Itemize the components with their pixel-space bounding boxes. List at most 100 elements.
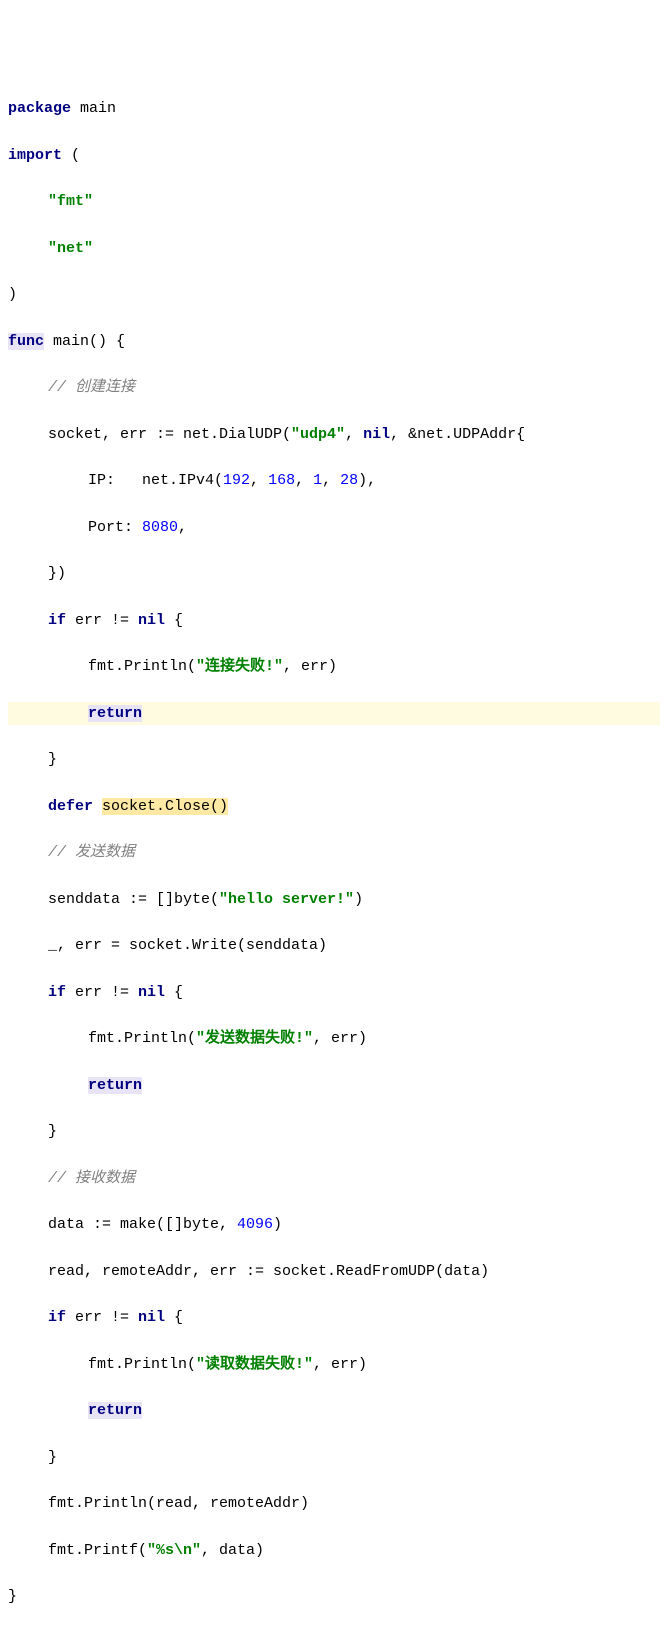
punct: , xyxy=(295,472,313,489)
punct: { xyxy=(165,1309,183,1326)
identifier: , &net.UDPAddr{ xyxy=(390,426,525,443)
code-line: }) xyxy=(8,562,660,585)
identifier: socket, err := net.DialUDP( xyxy=(48,426,291,443)
string-literal: "udp4" xyxy=(291,426,345,443)
number: 192 xyxy=(223,472,250,489)
code-line: } xyxy=(8,1120,660,1143)
punct: } xyxy=(48,751,57,768)
keyword-package: package xyxy=(8,100,71,117)
number: 4096 xyxy=(237,1216,273,1233)
identifier: err != xyxy=(66,1309,138,1326)
keyword-return: return xyxy=(88,1077,142,1094)
punct: }) xyxy=(48,565,66,582)
keyword-nil: nil xyxy=(363,426,390,443)
identifier: _, err = socket.Write(senddata) xyxy=(48,937,327,954)
code-line: return xyxy=(8,1074,660,1097)
punct: } xyxy=(48,1123,57,1140)
number: 1 xyxy=(313,472,322,489)
comment: // 发送数据 xyxy=(48,844,135,861)
identifier: ) xyxy=(354,891,363,908)
punct: } xyxy=(48,1449,57,1466)
string-literal: "连接失败!" xyxy=(196,658,283,675)
punct: , xyxy=(250,472,268,489)
identifier: fmt.Printf( xyxy=(48,1542,147,1559)
code-block: package main import ( "fmt" "net" ) func… xyxy=(8,74,660,1632)
identifier: err != xyxy=(66,984,138,1001)
code-line: fmt.Printf("%s\n", data) xyxy=(8,1539,660,1562)
identifier: , err) xyxy=(313,1356,367,1373)
identifier: data := make([]byte, xyxy=(48,1216,237,1233)
identifier: fmt.Println( xyxy=(88,1356,196,1373)
identifier: Port: xyxy=(88,519,142,536)
identifier: , data) xyxy=(201,1542,264,1559)
punct: { xyxy=(165,984,183,1001)
identifier: ), xyxy=(358,472,376,489)
number: 28 xyxy=(340,472,358,489)
code-line: if err != nil { xyxy=(8,1306,660,1329)
code-line: } xyxy=(8,1585,660,1608)
identifier: fmt.Println( xyxy=(88,658,196,675)
punct: () { xyxy=(89,333,125,350)
identifier: main xyxy=(44,333,89,350)
code-line: } xyxy=(8,1446,660,1469)
code-line: return xyxy=(8,1399,660,1422)
code-line: IP: net.IPv4(192, 168, 1, 28), xyxy=(8,469,660,492)
keyword-func: func xyxy=(8,333,44,350)
comment: // 接收数据 xyxy=(48,1170,135,1187)
code-line: _, err = socket.Write(senddata) xyxy=(8,934,660,957)
code-line: // 发送数据 xyxy=(8,841,660,864)
code-line: defer socket.Close() xyxy=(8,795,660,818)
identifier: fmt.Println(read, remoteAddr) xyxy=(48,1495,309,1512)
string-literal: "%s\n" xyxy=(147,1542,201,1559)
code-line: "net" xyxy=(8,237,660,260)
punct: , xyxy=(178,519,187,536)
punct: } xyxy=(8,1588,17,1605)
keyword-nil: nil xyxy=(138,1309,165,1326)
code-line: func main() { xyxy=(8,330,660,353)
code-line: fmt.Println(read, remoteAddr) xyxy=(8,1492,660,1515)
identifier: , err) xyxy=(283,658,337,675)
code-line: fmt.Println("发送数据失败!", err) xyxy=(8,1027,660,1050)
string-literal: "读取数据失败!" xyxy=(196,1356,313,1373)
identifier: fmt.Println( xyxy=(88,1030,196,1047)
code-line: Port: 8080, xyxy=(8,516,660,539)
keyword-return: return xyxy=(88,705,142,722)
keyword-defer: defer xyxy=(48,798,93,815)
punct: ( xyxy=(62,147,80,164)
string-literal: "发送数据失败!" xyxy=(196,1030,313,1047)
keyword-if: if xyxy=(48,612,66,629)
identifier: senddata := []byte( xyxy=(48,891,219,908)
identifier: IP: net.IPv4( xyxy=(88,472,223,489)
code-line: } xyxy=(8,748,660,771)
identifier: read, remoteAddr, err := socket.ReadFrom… xyxy=(48,1263,489,1280)
keyword-nil: nil xyxy=(138,612,165,629)
code-line: // 接收数据 xyxy=(8,1167,660,1190)
identifier: , err) xyxy=(313,1030,367,1047)
number: 168 xyxy=(268,472,295,489)
code-line: if err != nil { xyxy=(8,981,660,1004)
string-literal: "net" xyxy=(48,240,93,257)
keyword-if: if xyxy=(48,984,66,1001)
code-line: // 创建连接 xyxy=(8,376,660,399)
identifier: socket.Close() xyxy=(102,798,228,815)
space xyxy=(93,798,102,815)
keyword-nil: nil xyxy=(138,984,165,1001)
comment: // 创建连接 xyxy=(48,379,135,396)
keyword-if: if xyxy=(48,1309,66,1326)
code-line: import ( xyxy=(8,144,660,167)
punct: , xyxy=(322,472,340,489)
identifier: err != xyxy=(66,612,138,629)
code-line: data := make([]byte, 4096) xyxy=(8,1213,660,1236)
code-line: senddata := []byte("hello server!") xyxy=(8,888,660,911)
code-line: return xyxy=(8,702,660,725)
code-line: fmt.Println("读取数据失败!", err) xyxy=(8,1353,660,1376)
string-literal: "fmt" xyxy=(48,193,93,210)
punct: ) xyxy=(8,286,17,303)
code-line: ) xyxy=(8,283,660,306)
identifier: main xyxy=(71,100,116,117)
punct: { xyxy=(165,612,183,629)
keyword-return: return xyxy=(88,1402,142,1419)
number: 8080 xyxy=(142,519,178,536)
code-line: if err != nil { xyxy=(8,609,660,632)
code-line: "fmt" xyxy=(8,190,660,213)
